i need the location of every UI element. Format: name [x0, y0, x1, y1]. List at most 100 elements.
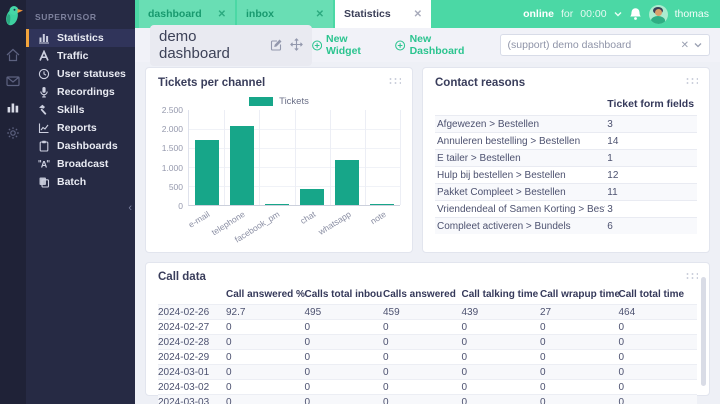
contact-reason-label: Pakket Compleet > Bestellen [435, 183, 606, 201]
gridline [329, 110, 331, 205]
bar-telephone[interactable] [229, 125, 254, 205]
value-cell: 0 [618, 394, 697, 404]
contact-reason-value: 12 [605, 166, 697, 184]
drag-handle-icon[interactable] [685, 272, 698, 279]
bell-icon[interactable] [629, 7, 642, 21]
value-cell: 0 [304, 334, 383, 350]
chevron-down-icon[interactable] [694, 41, 702, 49]
bar-facebook_pm[interactable] [264, 203, 289, 205]
date-cell: 2024-02-29 [158, 349, 226, 365]
bar-chat[interactable] [300, 188, 325, 205]
presence-state: online [523, 8, 555, 20]
gridline [294, 110, 296, 205]
username: thomas [674, 8, 709, 20]
contact-reason-label: Vriendendeal of Samen Korting > Bestelle… [435, 200, 606, 218]
table-row[interactable]: Hulp bij bestellen > Bestellen 12 [435, 166, 697, 184]
column-header-empty [435, 95, 605, 116]
value-cell: 0 [383, 364, 462, 380]
sidebar-item-batch[interactable]: Batch [26, 173, 135, 191]
value-cell: 0 [461, 364, 540, 380]
gear-icon[interactable] [5, 125, 21, 141]
value-cell: 0 [383, 379, 462, 395]
new-dashboard-button[interactable]: New Dashboard [395, 33, 483, 57]
column-header: Call total time [618, 289, 685, 300]
value-cell: 0 [540, 349, 619, 365]
close-icon[interactable]: ✕ [218, 9, 226, 20]
contact-reason-label: Annuleren bestelling > Bestellen [435, 132, 606, 150]
sidebar-item-recordings[interactable]: Recordings [26, 83, 135, 101]
table-row[interactable]: Annuleren bestelling > Bestellen 14 [435, 132, 697, 150]
sidebar-item-statistics[interactable]: Statistics [26, 29, 135, 47]
bar-whatsapp[interactable] [335, 159, 360, 205]
sidebar-item-user-statuses[interactable]: User statuses [26, 65, 135, 83]
parrot-logo [3, 4, 25, 33]
value-cell: 0 [618, 364, 697, 380]
table-row[interactable]: E tailer > Bestellen 1 [435, 149, 697, 167]
presence-for: for [561, 8, 574, 20]
move-icon[interactable] [289, 38, 303, 51]
tab-dashboard[interactable]: dashboard ✕ [139, 0, 235, 28]
date-cell: 2024-03-01 [158, 364, 226, 380]
column-header: Call wrapup time [540, 289, 619, 300]
table-row[interactable]: 2024-02-27 0 0 0 0 0 0 [158, 319, 697, 335]
value-cell: 0 [618, 334, 697, 350]
sidebar-item-broadcast[interactable]: A Broadcast [26, 155, 135, 173]
widget-call-data: Call data Call answered % Calls total inb… [145, 262, 710, 404]
value-cell: 0 [304, 394, 383, 404]
statistics-rail-icon[interactable] [5, 99, 21, 115]
home-icon[interactable] [5, 47, 21, 63]
new-widget-button[interactable]: New Widget [311, 33, 382, 57]
x-tick-label: note [368, 209, 388, 227]
sidebar-item-dashboards[interactable]: Dashboards [26, 137, 135, 155]
presence-status[interactable]: online for 00:00 thomas [523, 0, 720, 28]
table-row[interactable]: 2024-02-29 0 0 0 0 0 0 [158, 349, 697, 365]
sidebar-item-reports[interactable]: Reports [26, 119, 135, 137]
edit-icon[interactable] [270, 38, 283, 51]
value-cell: 0 [226, 319, 305, 335]
sidebar-item-label: Dashboards [57, 140, 118, 152]
gridline [400, 110, 401, 205]
avatar[interactable] [648, 4, 668, 24]
value-cell: 495 [304, 304, 383, 320]
value-cell: 0 [226, 394, 305, 404]
sidebar-item-label: Reports [57, 122, 97, 134]
bar-e-mail[interactable] [194, 140, 219, 205]
value-cell: 0 [304, 319, 383, 335]
mail-icon[interactable] [5, 73, 21, 89]
drag-handle-icon[interactable] [388, 77, 401, 84]
sidebar-item-skills[interactable]: Skills [26, 101, 135, 119]
supervisor-menu: SUPERVISOR Statistics Traffic User statu… [26, 0, 135, 191]
table-row[interactable]: Afgewezen > Bestellen 3 [435, 115, 697, 133]
dashboard-select[interactable]: (support) demo dashboard ✕ [499, 34, 710, 56]
bar-note[interactable] [370, 204, 395, 205]
table-row[interactable]: 2024-03-01 0 0 0 0 0 0 [158, 364, 697, 380]
clock-icon [38, 68, 50, 80]
tab-inbox[interactable]: inbox ✕ [237, 0, 333, 28]
table-row[interactable]: Vriendendeal of Samen Korting > Bestelle… [435, 200, 697, 218]
line-chart-icon [38, 122, 50, 134]
value-cell: 439 [461, 304, 540, 320]
tab-statistics[interactable]: Statistics ✕ [335, 0, 431, 28]
table-row[interactable]: 2024-02-26 92.7 495 459 439 27 464 [158, 304, 697, 320]
value-cell: 0 [226, 364, 305, 380]
drag-handle-icon[interactable] [685, 77, 698, 84]
table-row[interactable]: Compleet activeren > Bundels 6 [435, 217, 697, 234]
legend-swatch [249, 97, 274, 106]
table-row[interactable]: 2024-03-02 0 0 0 0 0 0 [158, 379, 697, 395]
dashboard-select-value: (support) demo dashboard [507, 39, 632, 51]
clear-icon[interactable]: ✕ [681, 40, 689, 51]
contact-reason-value: 11 [605, 183, 697, 201]
sidebar-item-traffic[interactable]: Traffic [26, 47, 135, 65]
sidebar-collapse-chevron[interactable]: ‹ [128, 203, 132, 214]
sidebar-item-label: Batch [57, 176, 87, 188]
value-cell: 0 [461, 379, 540, 395]
traffic-icon [38, 50, 50, 62]
table-row[interactable]: Pakket Compleet > Bestellen 11 [435, 183, 697, 201]
close-icon[interactable]: ✕ [316, 9, 324, 20]
table-row[interactable]: 2024-03-03 0 0 0 0 0 0 [158, 394, 697, 404]
chevron-down-icon[interactable] [614, 10, 622, 18]
close-icon[interactable]: ✕ [414, 9, 422, 20]
presence-duration: 00:00 [580, 8, 607, 20]
table-row[interactable]: 2024-02-28 0 0 0 0 0 0 [158, 334, 697, 350]
scrollbar-thumb[interactable] [701, 277, 706, 386]
